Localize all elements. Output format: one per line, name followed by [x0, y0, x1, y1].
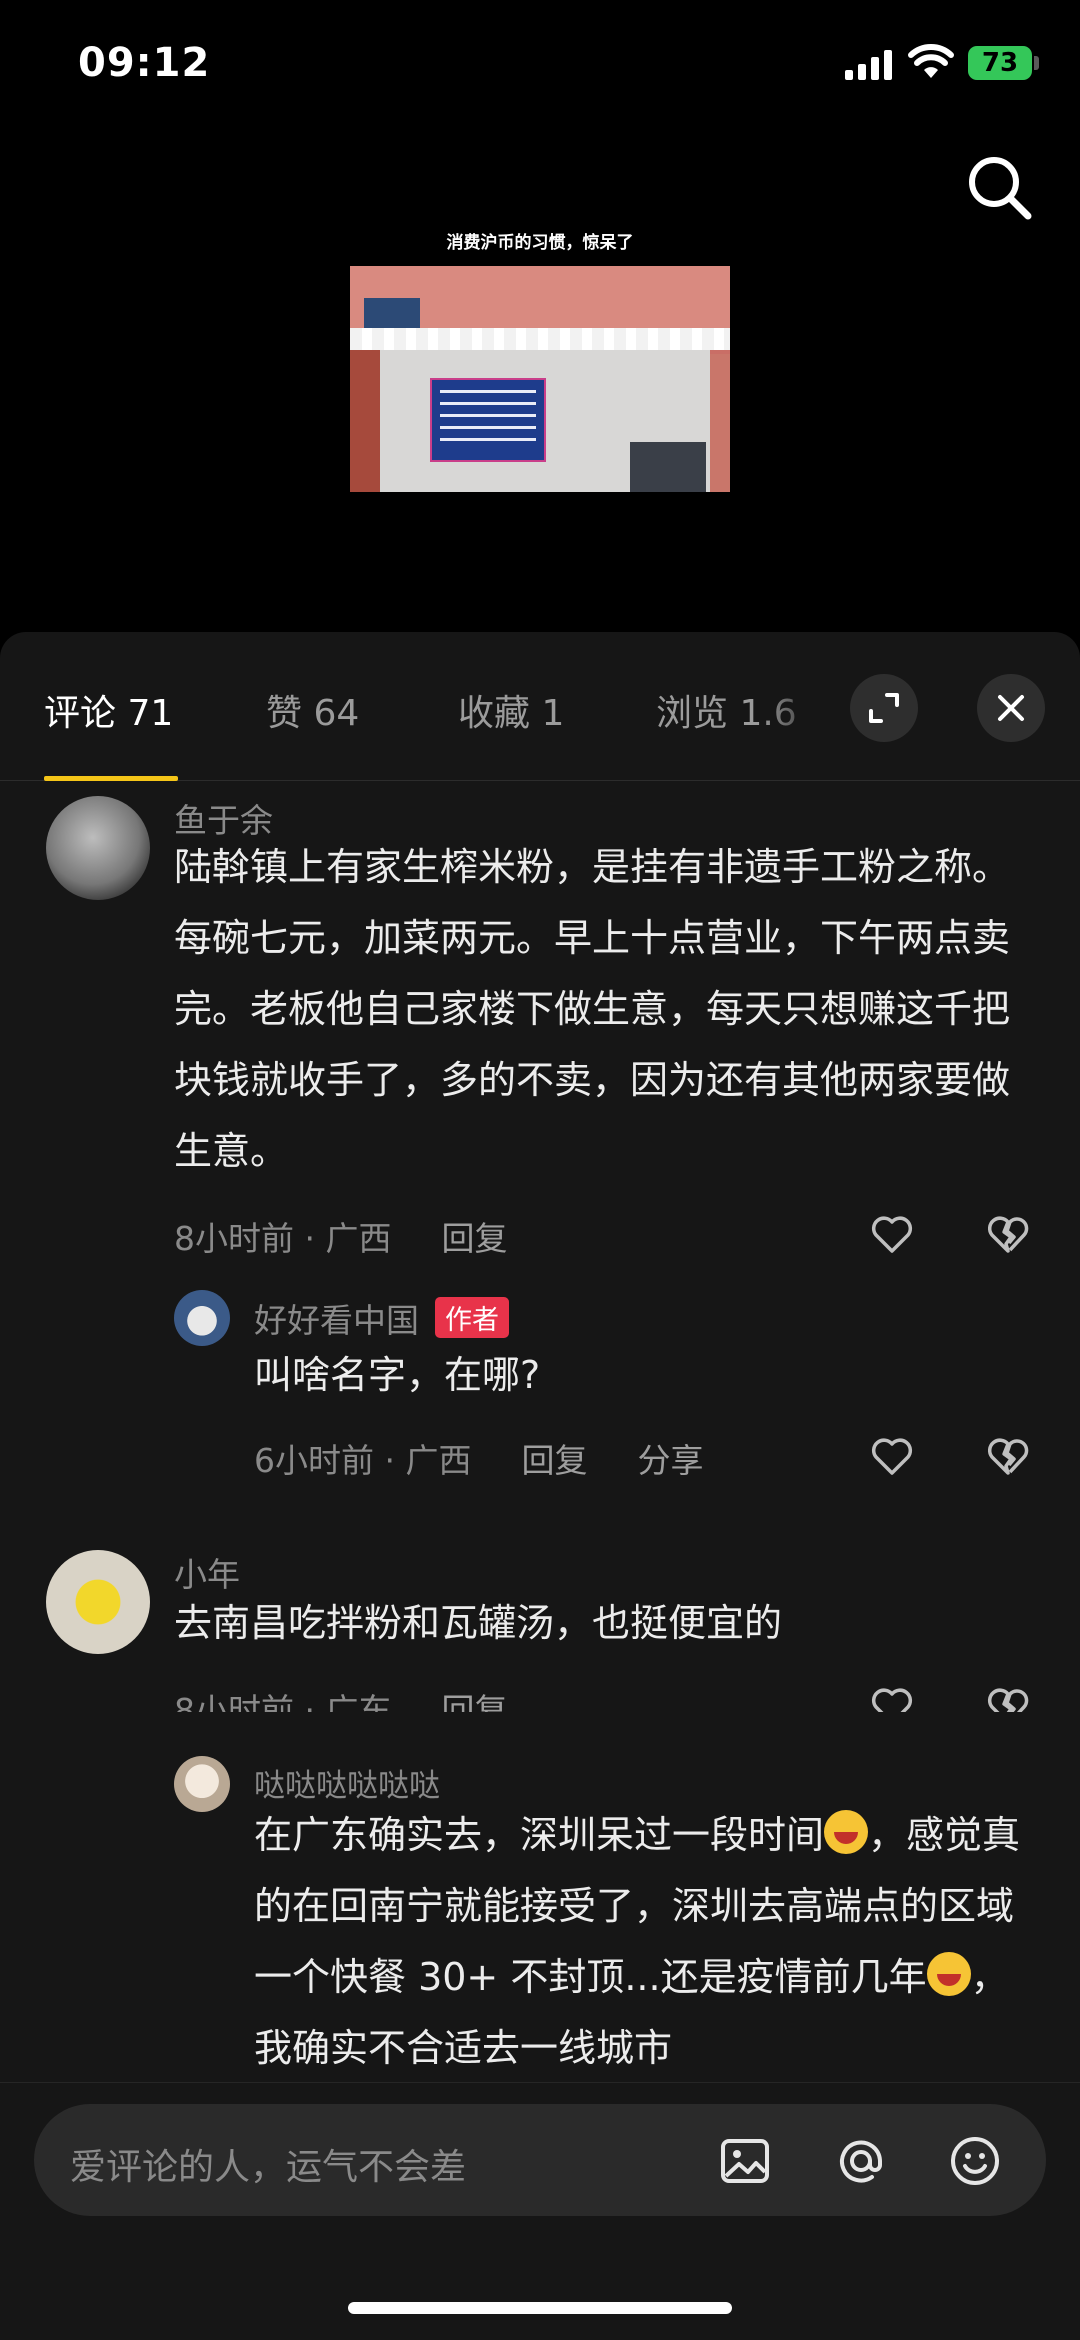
tab-likes[interactable]: 赞 64 — [266, 684, 359, 736]
reply-text: 在广东确实去，深圳呆过一段时间 ，感觉真的在回南宁就能接受了，深圳去高端点的区域一… — [254, 1800, 1044, 2082]
thumb-fridge — [630, 442, 706, 492]
avatar[interactable] — [174, 1290, 230, 1346]
comment-list: 鱼于余 陆斡镇上有家生榨米粉，是挂有非遗手工粉之称。每碗七元，加菜两元。早上十点… — [0, 782, 1080, 1712]
dislike-broken-heart-icon[interactable] — [984, 1432, 1032, 1480]
video-thumbnail[interactable] — [350, 266, 730, 492]
avatar[interactable] — [46, 1550, 150, 1654]
battery-level: 73 — [981, 48, 1019, 78]
home-indicator[interactable] — [348, 2302, 732, 2314]
like-heart-icon[interactable] — [868, 1210, 916, 1258]
status-time: 09:12 — [78, 40, 211, 86]
laughing-crying-emoji-icon — [926, 1952, 971, 1996]
reply-author[interactable]: 哒哒哒哒哒哒 — [254, 1760, 440, 1805]
tab-favorites[interactable]: 收藏 1 — [458, 684, 564, 736]
reply-item-clipped: 哒哒哒哒哒哒 在广东确实去，深圳呆过一段时间 ，感觉真的在回南宁就能接受了，深圳去… — [0, 1708, 1080, 2082]
tab-bar: 评论 71 赞 64 收藏 1 浏览 1.6 — [0, 632, 1080, 781]
reply-time-location: 6小时前 · 广西 — [254, 1441, 472, 1480]
reply-author-name[interactable]: 好好看中国 — [254, 1301, 419, 1340]
comment-text: 陆斡镇上有家生榨米粉，是挂有非遗手工粉之称。每碗七元，加菜两元。早上十点营业，下… — [174, 845, 1011, 1173]
author-badge: 作者 — [435, 1297, 509, 1338]
emoji-icon[interactable] — [948, 2134, 1002, 2188]
avatar[interactable] — [174, 1756, 230, 1812]
battery-tip — [1034, 56, 1039, 70]
comment-meta: 8小时前 · 广西 回复 — [174, 1212, 535, 1260]
battery-icon: 73 — [968, 46, 1032, 80]
mention-at-icon[interactable] — [834, 2134, 888, 2188]
comment-text: 去南昌吃拌粉和瓦罐汤，也挺便宜的 — [174, 1601, 783, 1645]
status-bar: 09:12 73 — [0, 0, 1080, 130]
close-button[interactable] — [977, 674, 1045, 742]
comment-time-location: 8小时前 · 广西 — [174, 1219, 392, 1258]
thumb-wall — [350, 350, 380, 492]
expand-icon — [869, 693, 899, 723]
comment-input-placeholder: 爱评论的人，运气不会差 — [70, 2147, 467, 2188]
video-caption: 消费沪币的习惯，惊呆了 — [446, 233, 634, 253]
tab-comments[interactable]: 评论 71 — [44, 684, 173, 736]
comment-input[interactable]: 爱评论的人，运气不会差 — [34, 2104, 1046, 2216]
reply-author: 好好看中国 作者 — [254, 1294, 509, 1342]
reply-meta: 6小时前 · 广西 回复 分享 — [254, 1434, 731, 1482]
tab-fade — [760, 672, 830, 742]
share-button[interactable]: 分享 — [637, 1441, 703, 1480]
like-heart-icon[interactable] — [868, 1432, 916, 1480]
image-icon[interactable] — [718, 2134, 772, 2188]
thumb-menu-board — [430, 378, 546, 462]
wifi-icon — [908, 44, 954, 78]
tab-active-underline — [44, 776, 178, 781]
search-icon[interactable] — [964, 152, 1034, 222]
reply-text-part: 在广东确实去，深圳呆过一段时间 — [254, 1813, 825, 1857]
laughing-crying-emoji-icon — [824, 1810, 869, 1854]
thumb-shop-sign — [364, 298, 420, 328]
reply-text: 叫啥名字，在哪? — [254, 1353, 541, 1397]
reply-button[interactable]: 回复 — [521, 1441, 587, 1480]
dislike-broken-heart-icon[interactable] — [984, 1210, 1032, 1258]
expand-button[interactable] — [850, 674, 918, 742]
cellular-signal-icon — [845, 50, 892, 80]
close-icon — [998, 695, 1024, 721]
reply-button[interactable]: 回复 — [441, 1219, 507, 1258]
avatar[interactable] — [46, 796, 150, 900]
